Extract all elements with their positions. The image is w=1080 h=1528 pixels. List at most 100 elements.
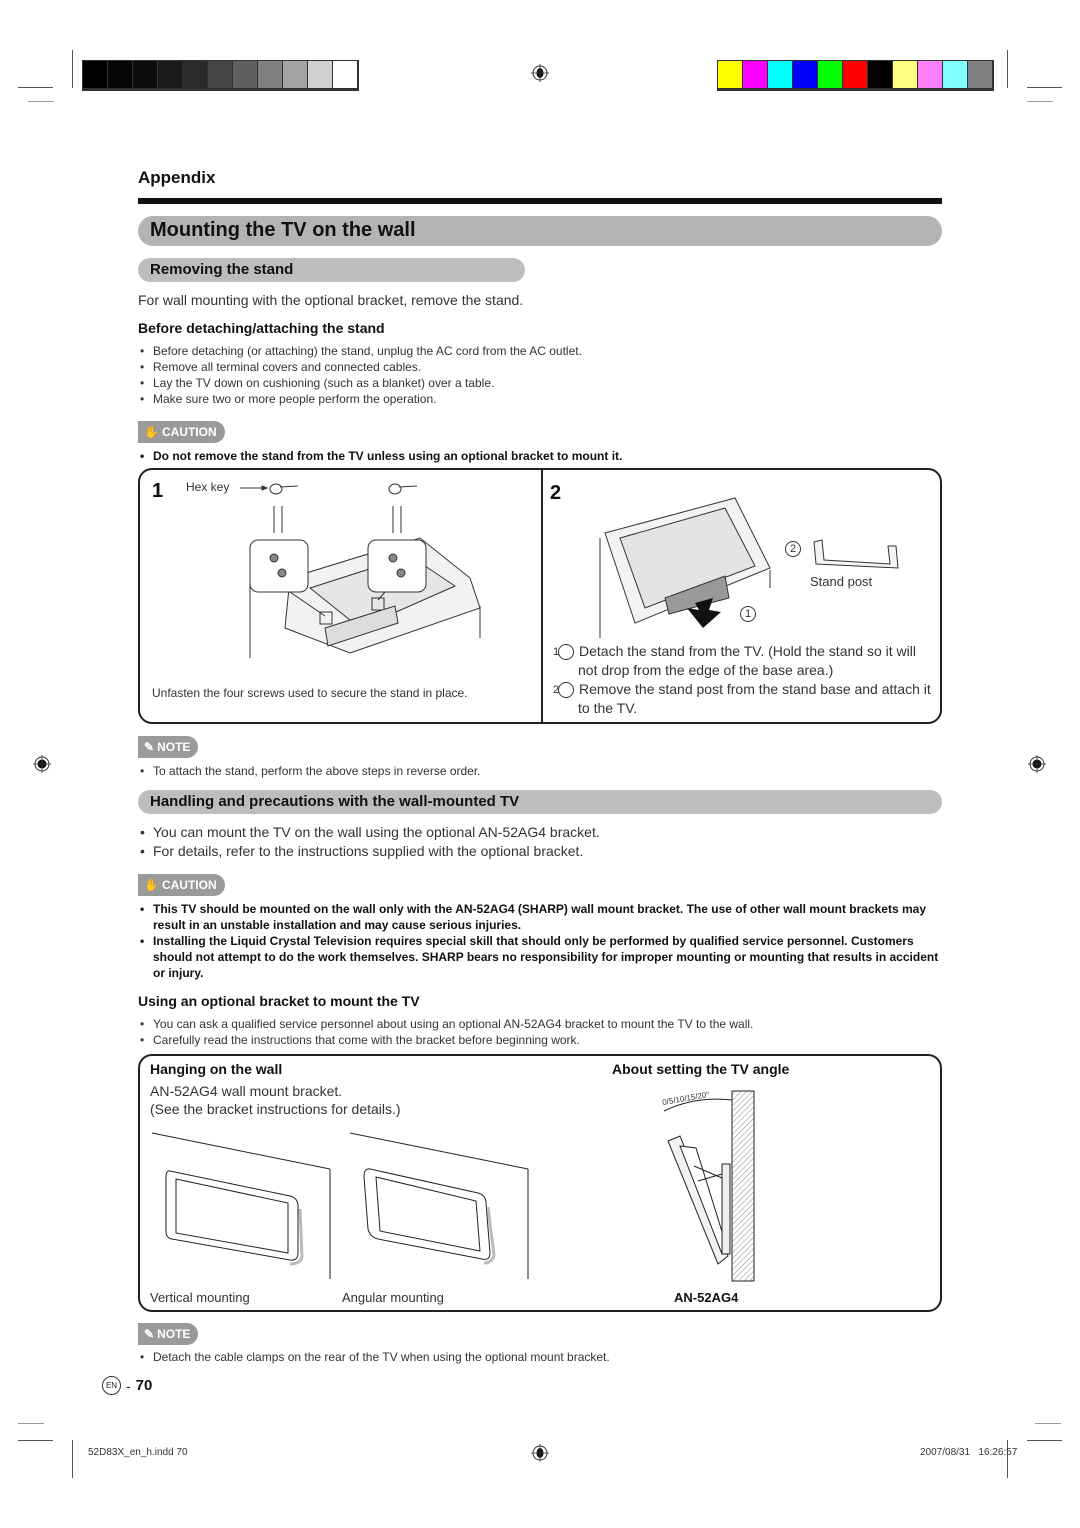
panel-divider (541, 470, 543, 722)
step-2-instructions: 1 Detach the stand from the TV. (Hold the… (552, 642, 938, 718)
hanging-heading: Hanging on the wall (150, 1061, 283, 1077)
color-swatch (333, 61, 358, 88)
list-item: Do not remove the stand from the TV unle… (138, 448, 938, 464)
hanging-line-2: (See the bracket instructions for detail… (150, 1101, 401, 1117)
color-swatch (918, 61, 943, 88)
list-item: To attach the stand, perform the above s… (138, 763, 838, 779)
paperclip-icon: ✎ (144, 740, 155, 754)
paperclip-icon: ✎ (144, 1327, 155, 1341)
section-rule (138, 198, 942, 204)
caution-label: CAUTION (161, 878, 217, 892)
crop-mark (72, 50, 73, 88)
caution-badge: ✋ CAUTION (138, 421, 225, 443)
page-number: 70 (135, 1377, 153, 1394)
list-item: Before detaching (or attaching) the stan… (138, 343, 778, 359)
before-list: Before detaching (or attaching) the stan… (138, 343, 778, 407)
crop-mark (18, 1440, 53, 1441)
tilt-angle-illustration (663, 1090, 755, 1282)
list-item: You can ask a qualified service personne… (138, 1016, 938, 1032)
handling-note-list: Detach the cable clamps on the rear of t… (138, 1349, 838, 1365)
color-swatch (718, 61, 743, 88)
removing-note-list: To attach the stand, perform the above s… (138, 763, 838, 779)
registration-mark-icon (531, 64, 549, 82)
step-2-instruction-2: 2 Remove the stand post from the stand ba… (552, 681, 931, 716)
handling-list: You can mount the TV on the wall using t… (138, 823, 938, 861)
removing-stand-heading-bar: Removing the stand (138, 258, 525, 282)
note-label: NOTE (157, 1327, 191, 1341)
crop-mark (1007, 1440, 1008, 1478)
list-item: Installing the Liquid Crystal Television… (138, 933, 944, 981)
list-item: Lay the TV down on cushioning (such as a… (138, 375, 778, 391)
caution-label: CAUTION (161, 425, 217, 439)
color-swatch (208, 61, 233, 88)
crop-mark (18, 87, 53, 88)
color-swatch (768, 61, 793, 88)
list-item: You can mount the TV on the wall using t… (138, 823, 938, 842)
caution-hand-icon: ✋ (144, 425, 159, 439)
callout-1: 1 (740, 605, 761, 622)
grayscale-color-bar (82, 60, 359, 91)
language-badge-icon: EN (102, 1376, 121, 1395)
hex-key-label: Hex key (186, 480, 230, 494)
step-2-number: 2 (550, 482, 562, 504)
handling-heading: Handling and precautions with the wall-m… (150, 793, 520, 810)
page-title-bar: Mounting the TV on the wall (138, 216, 942, 246)
registration-mark-icon (33, 755, 51, 773)
color-swatch (133, 61, 158, 88)
list-item: For details, refer to the instructions s… (138, 842, 938, 861)
stand-post-label: Stand post (810, 574, 873, 589)
bracket-model-label: AN-52AG4 (674, 1290, 739, 1305)
color-swatch (308, 61, 333, 88)
angular-mounting-label: Angular mounting (342, 1290, 444, 1305)
bracket-list: You can ask a qualified service personne… (138, 1016, 938, 1048)
color-swatch (818, 61, 843, 88)
crop-mark (1035, 1423, 1061, 1424)
list-item: Carefully read the instructions that com… (138, 1032, 938, 1048)
caution-list: Do not remove the stand from the TV unle… (138, 448, 938, 464)
color-swatch (83, 61, 108, 88)
caution-badge: ✋ CAUTION (138, 874, 225, 896)
page-title: Mounting the TV on the wall (150, 219, 416, 241)
color-swatch (893, 61, 918, 88)
note-label: NOTE (157, 740, 191, 754)
list-item: Make sure two or more people perform the… (138, 391, 778, 407)
list-item: Remove all terminal covers and connected… (138, 359, 778, 375)
vertical-mounting-illustration (151, 1132, 331, 1279)
note-badge: ✎ NOTE (138, 1323, 199, 1345)
bracket-heading: Using an optional bracket to mount the T… (138, 993, 420, 1009)
step-1-number: 1 (152, 480, 164, 502)
crop-mark (72, 1440, 73, 1478)
section-label: Appendix (138, 168, 216, 187)
hanging-line-1: AN-52AG4 wall mount bracket. (150, 1083, 343, 1099)
crop-mark (28, 101, 54, 102)
caution-hand-icon: ✋ (144, 878, 159, 892)
color-swatch (258, 61, 283, 88)
registration-mark-icon (531, 1444, 549, 1462)
stand-detach-illustration (599, 497, 771, 638)
color-swatch (233, 61, 258, 88)
color-swatch (943, 61, 968, 88)
color-swatch (968, 61, 993, 88)
crop-mark (1027, 101, 1053, 102)
crop-mark (1027, 1440, 1062, 1441)
removing-intro: For wall mounting with the optional brac… (138, 292, 524, 308)
color-swatch (108, 61, 133, 88)
callout-2: 2 (785, 540, 806, 557)
removing-stand-heading: Removing the stand (150, 261, 294, 278)
step-1-caption: Unfasten the four screws used to secure … (152, 686, 468, 700)
list-item: Detach the cable clamps on the rear of t… (138, 1349, 838, 1365)
crop-mark (18, 1423, 44, 1424)
color-swatch (158, 61, 183, 88)
color-swatch (283, 61, 308, 88)
slug-file-name: 52D83X_en_h.indd 70 (88, 1447, 188, 1458)
stand-post-illustration (813, 539, 899, 569)
color-swatch (793, 61, 818, 88)
handling-heading-bar: Handling and precautions with the wall-m… (138, 790, 942, 814)
color-swatch (183, 61, 208, 88)
before-heading: Before detaching/attaching the stand (138, 320, 385, 336)
color-swatch (843, 61, 868, 88)
angle-heading: About setting the TV angle (612, 1061, 790, 1077)
color-swatch (743, 61, 768, 88)
vertical-mounting-label: Vertical mounting (150, 1290, 250, 1305)
stand-removal-illustration (240, 483, 481, 658)
